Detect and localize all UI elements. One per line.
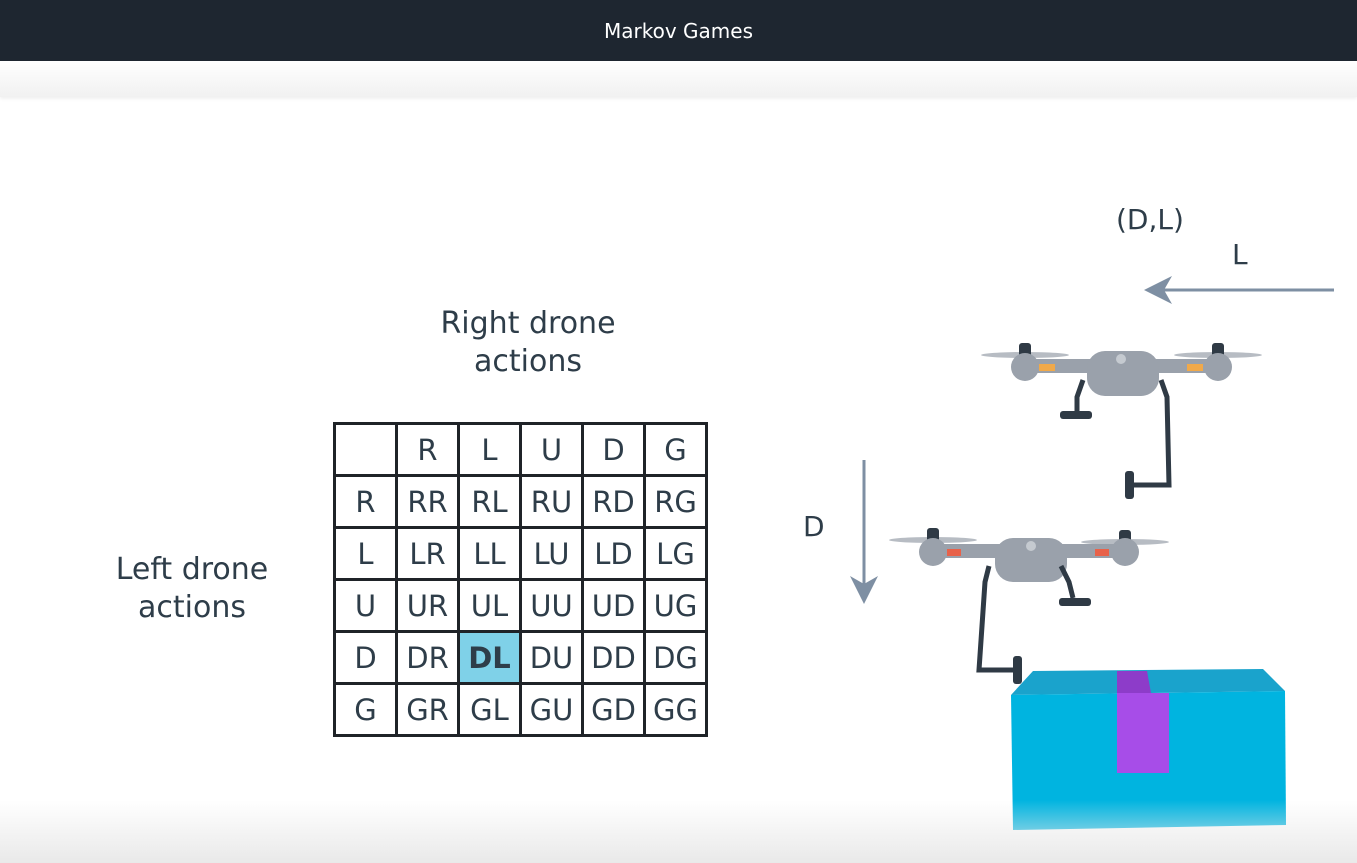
matrix-cell: GL xyxy=(457,682,522,737)
matrix-cell: UD xyxy=(581,578,646,633)
matrix-cell: DU xyxy=(519,630,584,685)
right-drone-icon xyxy=(981,343,1262,499)
matrix-cell: GR xyxy=(395,682,460,737)
matrix-cell: RU xyxy=(519,474,584,529)
matrix-column-header: D xyxy=(581,422,646,477)
joint-action-label: (D,L) xyxy=(1116,203,1184,236)
matrix-cell: LU xyxy=(519,526,584,581)
matrix-row: G GR GL GU GD GG xyxy=(333,682,708,737)
matrix-column-header: G xyxy=(643,422,708,477)
matrix-cell: DR xyxy=(395,630,460,685)
matrix-cell: UR xyxy=(395,578,460,633)
matrix-cell: LG xyxy=(643,526,708,581)
matrix-cell: RR xyxy=(395,474,460,529)
matrix-row-header: R xyxy=(333,474,398,529)
matrix-row-header: D xyxy=(333,630,398,685)
matrix-cell: GU xyxy=(519,682,584,737)
matrix-column-header: L xyxy=(457,422,522,477)
upper-arrow-label: L xyxy=(1232,238,1248,271)
matrix-cell: GG xyxy=(643,682,708,737)
matrix-row: R RR RL RU RD RG xyxy=(333,474,708,529)
matrix-row-header: U xyxy=(333,578,398,633)
matrix-cell: LR xyxy=(395,526,460,581)
matrix-cell: UU xyxy=(519,578,584,633)
top-bar: Markov Games xyxy=(0,0,1357,61)
matrix-cell: UG xyxy=(643,578,708,633)
left-arrow-icon xyxy=(1144,276,1334,304)
joint-action-matrix: R L U D G R RR RL RU RD RG L LR LL LU LD LG U UR UL UU UD UG D D… xyxy=(333,422,708,737)
matrix-row-header: G xyxy=(333,682,398,737)
right-drone-actions-label: Right drone actions xyxy=(440,306,616,379)
lower-arrow-label: D xyxy=(803,510,825,543)
matrix-row-header: L xyxy=(333,526,398,581)
matrix-cell: DL xyxy=(457,630,522,685)
sub-bar xyxy=(0,61,1357,97)
matrix-cell: RG xyxy=(643,474,708,529)
matrix-cell: DD xyxy=(581,630,646,685)
matrix-cell: GD xyxy=(581,682,646,737)
matrix-cell: LL xyxy=(457,526,522,581)
down-arrow-icon xyxy=(850,460,878,604)
matrix-row: D DR DL DU DD DG xyxy=(333,630,708,685)
matrix-row: L LR LL LU LD LG xyxy=(333,526,708,581)
matrix-row: U UR UL UU UD UG xyxy=(333,578,708,633)
matrix-cell: RD xyxy=(581,474,646,529)
matrix-column-header: R xyxy=(395,422,460,477)
matrix-cell: RL xyxy=(457,474,522,529)
matrix-cell: LD xyxy=(581,526,646,581)
matrix-column-header: U xyxy=(519,422,584,477)
matrix-header-row: RLUDG xyxy=(333,422,708,477)
left-drone-actions-label: Left drone actions xyxy=(115,552,269,625)
page-title: Markov Games xyxy=(604,18,753,43)
matrix-corner-cell xyxy=(333,422,398,477)
matrix-cell: UL xyxy=(457,578,522,633)
matrix-cell: DG xyxy=(643,630,708,685)
bottom-shade xyxy=(0,800,1357,863)
